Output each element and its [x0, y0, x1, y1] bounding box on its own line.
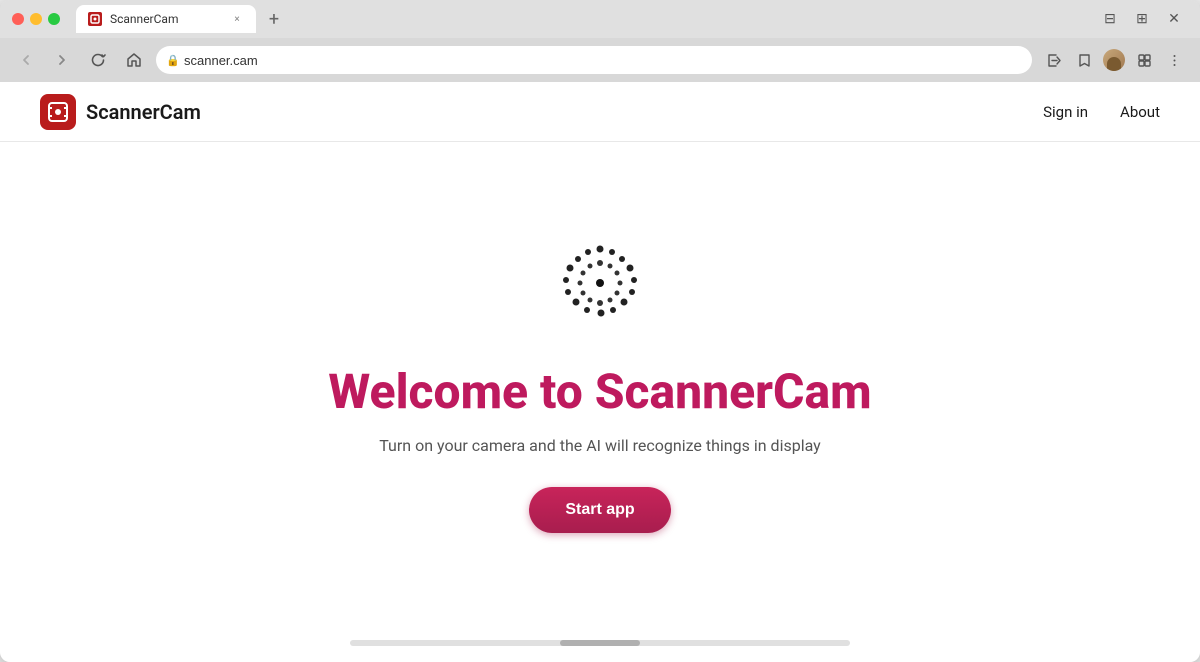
start-app-button[interactable]: Start app — [529, 487, 670, 533]
extensions-icon[interactable] — [1130, 46, 1158, 74]
logo-icon — [40, 94, 76, 130]
tab-title: ScannerCam — [110, 12, 222, 26]
tab-bar: ScannerCam × + ⊟ ⊞ ✕ — [76, 5, 1188, 33]
profile-icon[interactable] — [1100, 46, 1128, 74]
site-name: ScannerCam — [86, 100, 201, 124]
sign-in-link[interactable]: Sign in — [1043, 103, 1088, 121]
page-content: ScannerCam Sign in About — [0, 82, 1200, 662]
new-tab-button[interactable]: + — [260, 5, 288, 33]
address-wrapper: 🔒 — [156, 46, 1032, 74]
menu-icon[interactable] — [1160, 46, 1188, 74]
hero-title: Welcome to ScannerCam — [328, 363, 871, 420]
traffic-lights — [12, 13, 60, 25]
hero-subtitle: Turn on your camera and the AI will reco… — [379, 436, 821, 455]
active-tab[interactable]: ScannerCam × — [76, 5, 256, 33]
scrollbar-thumb — [560, 640, 640, 646]
nav-links: Sign in About — [1043, 103, 1160, 121]
window-controls-right: ⊟ ⊞ ✕ — [1096, 5, 1188, 33]
reload-button[interactable] — [84, 46, 112, 74]
window-minimize-icon[interactable]: ⊟ — [1096, 5, 1124, 33]
minimize-window-button[interactable] — [30, 13, 42, 25]
title-bar: ScannerCam × + ⊟ ⊞ ✕ — [0, 0, 1200, 38]
window-close-icon[interactable]: ✕ — [1160, 5, 1188, 33]
site-nav: ScannerCam Sign in About — [0, 82, 1200, 142]
close-window-button[interactable] — [12, 13, 24, 25]
share-icon[interactable] — [1040, 46, 1068, 74]
tab-favicon — [88, 12, 102, 26]
forward-button[interactable] — [48, 46, 76, 74]
back-button[interactable] — [12, 46, 40, 74]
page-scrollbar[interactable] — [350, 640, 850, 646]
site-logo[interactable]: ScannerCam — [40, 94, 201, 130]
home-button[interactable] — [120, 46, 148, 74]
window-maximize-icon[interactable]: ⊞ — [1128, 5, 1156, 33]
tab-close-button[interactable]: × — [230, 12, 244, 26]
hero-scan-icon — [550, 231, 650, 331]
address-input[interactable] — [156, 46, 1032, 74]
maximize-window-button[interactable] — [48, 13, 60, 25]
browser-window: ScannerCam × + ⊟ ⊞ ✕ — [0, 0, 1200, 662]
bookmark-icon[interactable] — [1070, 46, 1098, 74]
toolbar-icons — [1040, 46, 1188, 74]
about-link[interactable]: About — [1120, 103, 1160, 121]
address-bar: 🔒 — [0, 38, 1200, 82]
main-content: Welcome to ScannerCam Turn on your camer… — [0, 142, 1200, 662]
